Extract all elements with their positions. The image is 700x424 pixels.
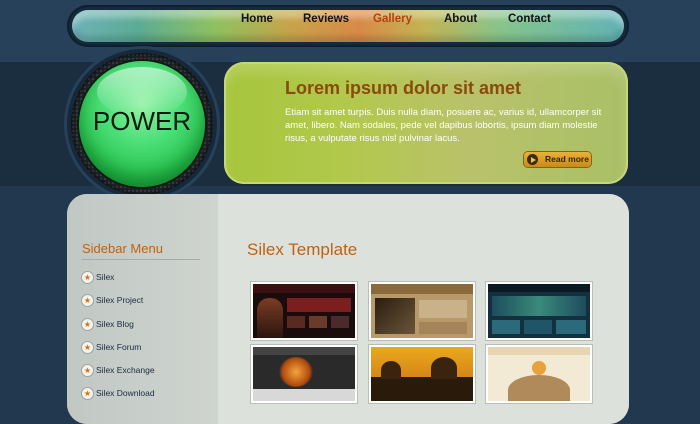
- sidebar-item-label: Silex Forum: [96, 342, 142, 352]
- star-bullet-icon: ★: [82, 295, 93, 306]
- gallery-thumbnail[interactable]: [369, 282, 475, 340]
- star-bullet-icon: ★: [82, 272, 93, 283]
- section-title: Silex Template: [247, 240, 358, 259]
- star-bullet-icon: ★: [82, 365, 93, 376]
- nav-home[interactable]: Home: [241, 13, 273, 25]
- power-button[interactable]: POWER: [79, 61, 205, 187]
- sidebar-item-label: Silex Exchange: [96, 365, 155, 375]
- gallery-thumbnail[interactable]: [251, 282, 357, 340]
- read-more-button[interactable]: Read more: [524, 152, 591, 167]
- gallery-thumbnail[interactable]: [369, 345, 475, 403]
- read-more-label: Read more: [545, 154, 589, 164]
- sidebar-item-label: Silex Project: [96, 295, 144, 305]
- star-bullet-icon: ★: [82, 342, 93, 353]
- gallery-thumbnail[interactable]: [251, 345, 357, 403]
- sidebar-title: Sidebar Menu: [82, 241, 163, 256]
- nav-gallery[interactable]: Gallery: [373, 13, 412, 25]
- sidebar-item-label: Silex Blog: [96, 319, 134, 329]
- nav-reviews[interactable]: Reviews: [303, 13, 349, 25]
- nav-contact[interactable]: Contact: [508, 13, 551, 25]
- sidebar-divider: [82, 259, 200, 260]
- hero-text: Etiam sit amet turpis. Duis nulla diam, …: [285, 107, 602, 144]
- star-bullet-icon: ★: [82, 388, 93, 399]
- sidebar-item-label: Silex Download: [96, 388, 155, 398]
- star-bullet-icon: ★: [82, 319, 93, 330]
- sidebar-item-label: Silex: [96, 272, 115, 282]
- power-label: POWER: [92, 106, 192, 136]
- gallery-thumbnail[interactable]: [486, 345, 592, 403]
- nav-bar-frame: [67, 5, 629, 47]
- nav-about[interactable]: About: [444, 13, 477, 25]
- gallery-thumbnail[interactable]: [486, 282, 592, 340]
- hero-title: Lorem ipsum dolor sit amet: [285, 78, 522, 98]
- play-icon: [527, 154, 538, 165]
